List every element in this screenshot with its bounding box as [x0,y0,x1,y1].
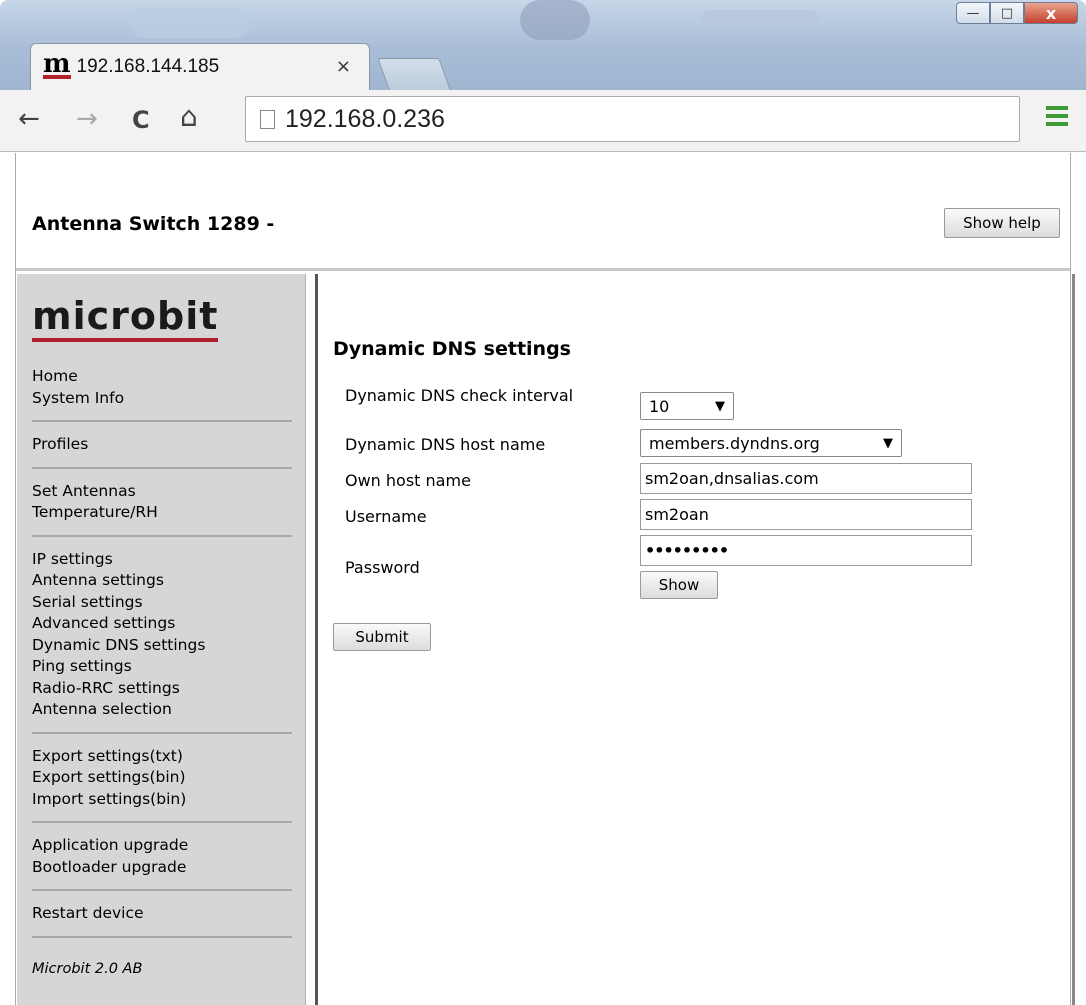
page-icon [260,109,275,129]
menu-icon-bar [1046,106,1068,110]
sidebar-group: Home System Info [32,365,292,420]
footer-copyright: Microbit 2.0 AB [32,960,143,977]
tab-title: 192.168.144.185 [76,56,220,77]
content-divider [315,274,318,1005]
titlebar-background [700,10,820,30]
sidebar-item-ping-settings[interactable]: Ping settings [32,656,292,678]
host-label: Dynamic DNS host name [345,435,546,454]
sidebar-group: Restart device [32,889,292,936]
sidebar-item-dynamic-dns-settings[interactable]: Dynamic DNS settings [32,635,292,657]
sidebar-item-home[interactable]: Home [32,366,292,388]
microbit-logo: microbit [32,296,219,342]
own-host-input[interactable]: sm2oan,dnsalias.com [640,463,972,494]
sidebar-item-profiles[interactable]: Profiles [32,434,292,456]
interval-label: Dynamic DNS check interval [345,386,574,405]
address-url: 192.168.0.236 [285,104,445,133]
username-input[interactable]: sm2oan [640,499,972,530]
sidebar-item-restart-device[interactable]: Restart device [32,903,292,925]
sidebar-item-export-settings-txt[interactable]: Export settings(txt) [32,746,292,768]
sidebar-item-antenna-selection[interactable]: Antenna selection [32,699,292,721]
sidebar-group: Profiles [32,420,292,467]
browser-tab[interactable]: m 192.168.144.185 × [30,43,370,90]
back-arrow-icon[interactable]: ← [18,104,40,134]
sidebar-group: IP settings Antenna settings Serial settin… [32,534,292,732]
sidebar-item-application-upgrade[interactable]: Application upgrade [32,835,292,857]
sidebar-item-system-info[interactable]: System Info [32,388,292,410]
page-title: Antenna Switch 1289 - [32,213,275,235]
sidebar-item-bootloader-upgrade[interactable]: Bootloader upgrade [32,857,292,879]
submit-button[interactable]: Submit [333,623,431,651]
sidebar-item-ip-settings[interactable]: IP settings [32,549,292,571]
browser-toolbar: ← → C ⌂ 192.168.0.236 [0,90,1086,152]
menu-icon-bar [1046,114,1068,118]
tab-close-icon[interactable]: × [336,56,351,77]
sidebar-group: Set Antennas Temperature/RH [32,466,292,535]
section-title: Dynamic DNS settings [333,338,571,360]
forward-arrow-icon[interactable]: → [76,104,98,134]
interval-select[interactable]: 10 ▼ [640,392,734,420]
sidebar-group: Application upgrade Bootloader upgrade [32,821,292,889]
username-label: Username [345,507,427,526]
host-value: members.dyndns.org [649,433,820,453]
password-label: Password [345,558,420,577]
reload-icon[interactable]: C [132,106,150,134]
sidebar-item-import-settings-bin[interactable]: Import settings(bin) [32,789,292,811]
sidebar-item-temperature-rh[interactable]: Temperature/RH [32,502,292,524]
sidebar-item-antenna-settings[interactable]: Antenna settings [32,570,292,592]
window-titlebar: — □ x m 192.168.144.185 × [0,0,1086,90]
sidebar-footer: Microbit 2.0 AB [32,935,292,988]
sidebar-item-serial-settings[interactable]: Serial settings [32,592,292,614]
show-help-button[interactable]: Show help [944,208,1060,238]
sidebar-nav: Home System Info Profiles Set Antennas Tempe… [32,365,292,988]
sidebar-item-export-settings-bin[interactable]: Export settings(bin) [32,767,292,789]
content-divider [1072,274,1075,1005]
host-select[interactable]: members.dyndns.org ▼ [640,429,902,457]
dropdown-arrow-icon: ▼ [883,435,893,451]
dropdown-arrow-icon: ▼ [715,398,725,414]
new-tab-button[interactable] [377,58,451,90]
browser-menu-icon[interactable] [1046,106,1068,130]
app-header: Antenna Switch 1289 - Show help [16,153,1070,271]
maximize-button[interactable]: □ [990,2,1024,24]
home-icon[interactable]: ⌂ [180,100,198,133]
sidebar-item-advanced-settings[interactable]: Advanced settings [32,613,292,635]
titlebar-background [130,8,250,38]
sidebar-group: Export settings(txt) Export settings(bin)… [32,731,292,822]
interval-value: 10 [649,396,670,416]
show-password-button[interactable]: Show [640,571,718,599]
sidebar-item-radio-rrc-settings[interactable]: Radio-RRC settings [32,678,292,700]
titlebar-background [520,0,590,40]
viewport-left-edge [0,153,16,1005]
menu-icon-bar [1046,122,1068,126]
address-bar[interactable]: 192.168.0.236 [245,96,1020,142]
minimize-button[interactable]: — [956,2,990,24]
tab-favicon-icon: m [43,49,71,79]
sidebar-item-set-antennas[interactable]: Set Antennas [32,481,292,503]
password-input[interactable]: ••••••••• [640,535,972,566]
close-window-button[interactable]: x [1024,2,1078,24]
own-host-label: Own host name [345,471,471,490]
sidebar: microbit Home System Info Profiles Set Ante… [17,274,306,1005]
window-controls: — □ x [956,2,1078,24]
